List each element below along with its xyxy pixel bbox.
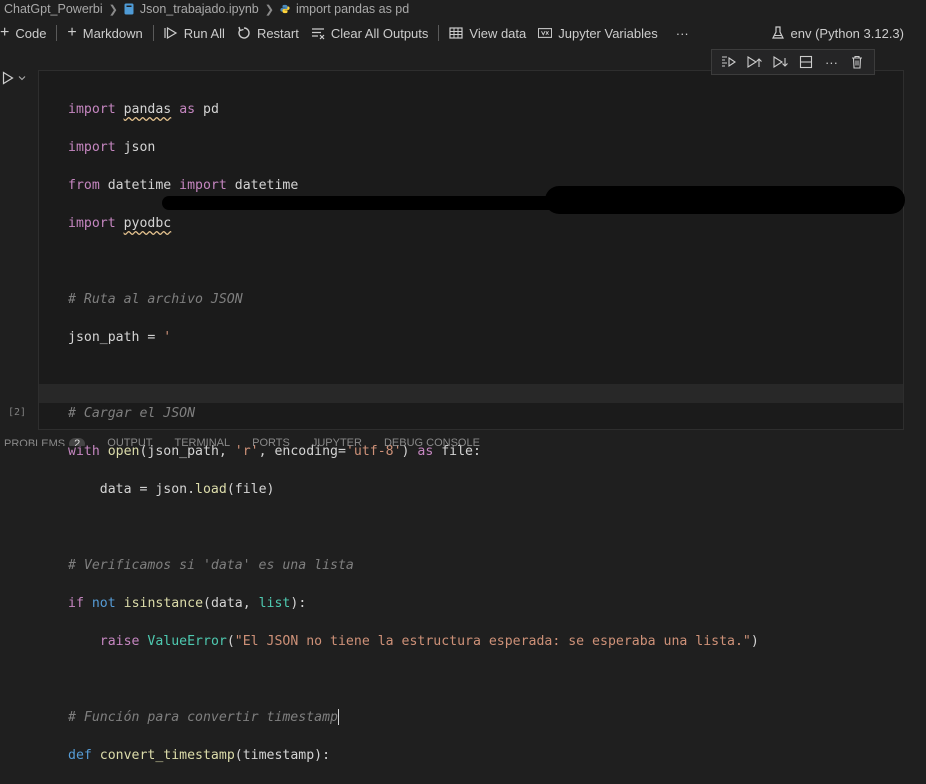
code-line: data = json.load(file) (68, 482, 275, 497)
code-line: # Ruta al archivo JSON (68, 292, 243, 307)
text-cursor (337, 709, 340, 725)
toolbar-divider (152, 25, 154, 41)
run-by-line-icon[interactable] (721, 54, 737, 70)
trash-icon[interactable] (849, 54, 865, 70)
ellipsis-icon[interactable]: ··· (823, 54, 839, 70)
tab-problems[interactable]: PROBLEMS 2 (4, 437, 86, 446)
code-line: json_path = ' (68, 330, 172, 345)
add-markdown-label: Markdown (82, 25, 143, 41)
run-cell-icon[interactable] (2, 71, 14, 85)
chevron-right-icon: ❯ (108, 3, 118, 16)
panel-tabs: PROBLEMS 2 OUTPUT TERMINAL PORTS JUPYTER … (0, 436, 926, 446)
view-data-button[interactable]: View data (443, 21, 532, 45)
view-data-label: View data (469, 25, 527, 41)
cell-run-gutter (2, 71, 26, 85)
variables-icon (538, 28, 553, 38)
clear-all-icon (311, 28, 325, 40)
restart-icon (238, 26, 250, 39)
code-line: # Cargar el JSON (68, 406, 196, 421)
execute-below-icon[interactable] (772, 54, 789, 70)
code-line: def convert_timestamp(timestamp): (68, 748, 331, 763)
code-line: import pyodbc (68, 216, 172, 231)
kernel-picker[interactable]: env (Python 3.12.3) (771, 19, 904, 47)
add-code-cell-button[interactable]: + Code (0, 21, 52, 45)
clear-all-outputs-label: Clear All Outputs (330, 25, 429, 41)
execute-above-icon[interactable] (746, 54, 763, 70)
redaction-mark (162, 196, 562, 210)
jupyter-variables-label: Jupyter Variables (558, 25, 658, 41)
tab-output[interactable]: OUTPUT (107, 437, 152, 446)
execution-count: [2] (8, 407, 27, 418)
split-cell-icon[interactable] (798, 54, 814, 70)
run-all-button[interactable]: Run All (158, 21, 231, 45)
run-all-label: Run All (183, 25, 225, 41)
cell-more-label: ··· (824, 54, 838, 70)
code-line: import json (68, 140, 156, 155)
redaction-mark (545, 186, 905, 214)
clear-all-outputs-button[interactable]: Clear All Outputs (305, 21, 435, 45)
add-markdown-cell-button[interactable]: + Markdown (61, 21, 148, 45)
code-line: import pandas as pd (68, 102, 219, 117)
more-actions-button[interactable]: ··· (670, 21, 695, 45)
breadcrumb-file[interactable]: Json_trabajado.ipynb (140, 2, 259, 16)
plus-icon: + (67, 24, 77, 41)
tab-jupyter[interactable]: JUPYTER (312, 437, 362, 446)
tab-ports[interactable]: PORTS (252, 437, 290, 446)
notebook-toolbar: + Code + Markdown Run All Restart Clear … (0, 19, 926, 47)
code-line: # Función para convertir timestamp (68, 709, 340, 725)
python-icon (280, 4, 290, 14)
run-all-icon (164, 26, 177, 40)
toolbar-divider (438, 25, 440, 41)
kernel-icon (771, 26, 784, 39)
tab-debug-console[interactable]: DEBUG CONSOLE (384, 437, 480, 446)
jupyter-variables-button[interactable]: Jupyter Variables (532, 21, 663, 45)
add-code-label: Code (15, 25, 47, 41)
table-icon (449, 27, 463, 39)
breadcrumb: ChatGpt_Powerbi ❯ Json_trabajado.ipynb ❯… (0, 0, 926, 18)
breadcrumb-cell[interactable]: import pandas as pd (296, 2, 409, 16)
restart-button[interactable]: Restart (231, 21, 305, 45)
code-line: raise ValueError("El JSON no tiene la es… (99, 634, 759, 649)
code-line: # Verificamos si 'data' es una lista (68, 558, 354, 573)
code-line: if not isinstance(data, list): (68, 596, 307, 611)
restart-label: Restart (256, 25, 299, 41)
kernel-label: env (Python 3.12.3) (790, 25, 904, 41)
plus-icon: + (0, 24, 10, 41)
breadcrumb-folder[interactable]: ChatGpt_Powerbi (4, 2, 103, 16)
cell-toolbar: ··· (711, 49, 875, 75)
toolbar-divider (56, 25, 58, 41)
chevron-down-icon[interactable] (18, 74, 26, 82)
notebook-file-icon (124, 3, 134, 15)
ellipsis-icon: ··· (675, 25, 689, 41)
problems-count-badge: 2 (69, 438, 86, 446)
chevron-right-icon: ❯ (264, 3, 274, 16)
tab-problems-label: PROBLEMS (4, 438, 66, 446)
tab-terminal[interactable]: TERMINAL (175, 437, 231, 446)
